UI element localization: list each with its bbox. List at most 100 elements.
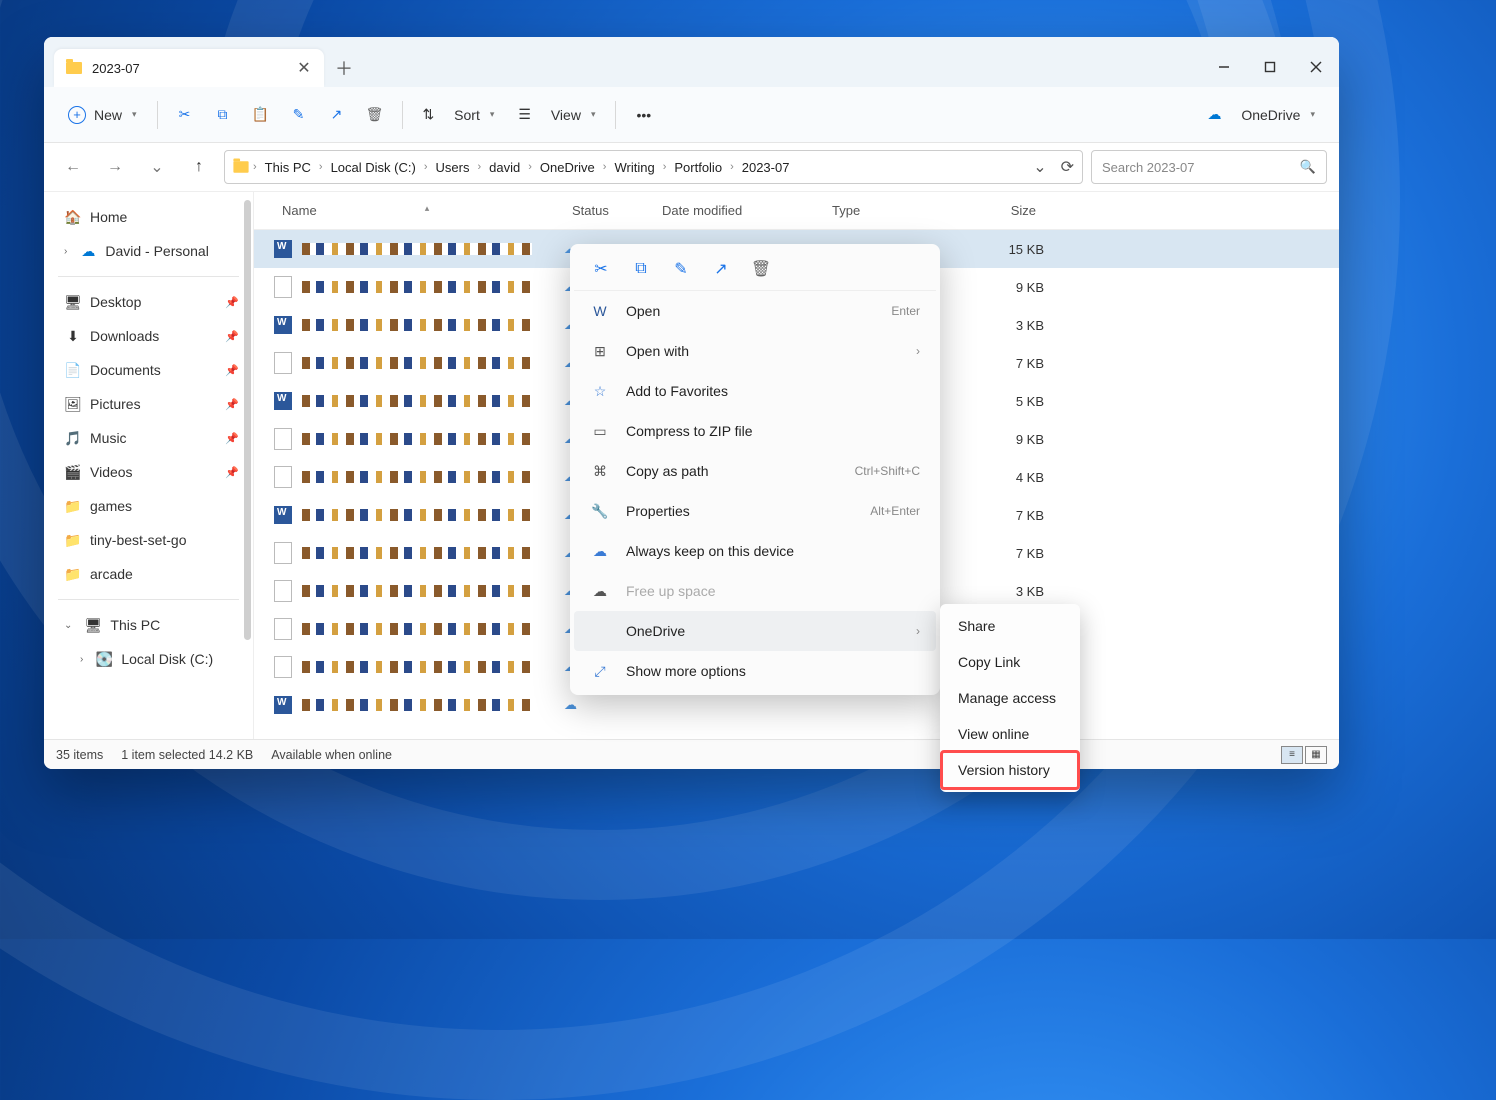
breadcrumb-segment[interactable]: david xyxy=(485,158,524,177)
sidebar-item-documents[interactable]: 📄Documents📌 xyxy=(58,353,239,387)
size-cell: 4 KB xyxy=(964,470,1044,485)
pin-icon: 📌 xyxy=(225,432,239,445)
column-size[interactable]: Size xyxy=(964,203,1044,218)
new-button[interactable]: + New▾ xyxy=(58,97,147,133)
cloud-icon: ☁ xyxy=(1207,106,1221,123)
maximize-button[interactable] xyxy=(1247,47,1293,87)
rename-icon[interactable]: ✎ xyxy=(670,258,692,280)
size-cell: 9 KB xyxy=(964,280,1044,295)
cut-icon[interactable]: ✂ xyxy=(590,258,612,280)
new-tab-button[interactable]: ＋ xyxy=(324,49,364,87)
ctx-open-with[interactable]: ⊞Open with› xyxy=(574,331,936,371)
sort-button[interactable]: ⇅ Sort▾ xyxy=(413,97,505,133)
copy-button[interactable]: ⧉ xyxy=(206,97,240,133)
breadcrumb-segment[interactable]: OneDrive xyxy=(536,158,599,177)
back-button[interactable]: ← xyxy=(56,150,90,184)
address-dropdown-icon[interactable]: ⌄ xyxy=(1033,157,1046,177)
tab-close-button[interactable]: ✕ xyxy=(296,58,312,78)
up-button[interactable]: ↑ xyxy=(182,150,216,184)
more-button[interactable]: ••• xyxy=(626,97,661,133)
delete-button[interactable]: 🗑 xyxy=(358,97,392,133)
sidebar-local-disk[interactable]: ›💽Local Disk (C:) xyxy=(58,642,239,676)
submenu-share[interactable]: Share xyxy=(944,608,1076,644)
size-cell: 7 KB xyxy=(964,508,1044,523)
recent-dropdown[interactable]: ⌄ xyxy=(140,150,174,184)
sidebar-item-pictures[interactable]: 🖼Pictures📌 xyxy=(58,387,239,421)
status-selection: 1 item selected 14.2 KB xyxy=(121,748,253,762)
column-type[interactable]: Type xyxy=(824,203,964,218)
name-cell xyxy=(274,240,564,258)
size-cell: 3 KB xyxy=(964,318,1044,333)
close-window-button[interactable] xyxy=(1293,47,1339,87)
ctx-copy-path[interactable]: ⌘Copy as pathCtrl+Shift+C xyxy=(574,451,936,491)
status-bar: 35 items 1 item selected 14.2 KB Availab… xyxy=(44,739,1339,769)
status-cell: ☁ xyxy=(564,697,654,713)
folder-icon xyxy=(233,161,248,172)
breadcrumb-segment[interactable]: Users xyxy=(432,158,474,177)
details-view-button[interactable]: ≡ xyxy=(1281,746,1303,764)
delete-icon[interactable]: 🗑 xyxy=(750,258,772,280)
sidebar-item-games[interactable]: 📁games xyxy=(58,489,239,523)
breadcrumb-segment[interactable]: 2023-07 xyxy=(738,158,794,177)
paste-button[interactable]: 📋 xyxy=(244,97,278,133)
sidebar-item-tiny-best-set-go[interactable]: 📁tiny-best-set-go xyxy=(58,523,239,557)
address-bar[interactable]: › This PC› Local Disk (C:)› Users› david… xyxy=(224,150,1083,184)
sidebar-home[interactable]: 🏠Home xyxy=(58,200,239,234)
sidebar-personal[interactable]: ›☁David - Personal xyxy=(58,234,239,268)
sidebar-item-desktop[interactable]: 🖥Desktop📌 xyxy=(58,285,239,319)
ctx-keep-device[interactable]: ☁Always keep on this device xyxy=(574,531,936,571)
wrench-icon: 🔧 xyxy=(590,503,610,520)
name-cell xyxy=(274,392,564,410)
ctx-onedrive[interactable]: OneDrive› xyxy=(574,611,936,651)
word-doc-icon xyxy=(274,392,292,410)
rename-button[interactable]: ✎ xyxy=(282,97,316,133)
sidebar-item-arcade[interactable]: 📁arcade xyxy=(58,557,239,591)
status-availability: Available when online xyxy=(271,748,392,762)
submenu-copy-link[interactable]: Copy Link xyxy=(944,644,1076,680)
breadcrumb-segment[interactable]: Portfolio xyxy=(670,158,726,177)
file-icon xyxy=(274,542,292,564)
submenu-view-online[interactable]: View online xyxy=(944,716,1076,752)
forward-button[interactable]: → xyxy=(98,150,132,184)
search-input[interactable]: Search 2023-07 🔍 xyxy=(1091,150,1327,184)
ctx-open[interactable]: WOpenEnter xyxy=(574,291,936,331)
columns-header[interactable]: Name Status Date modified Type Size xyxy=(254,192,1339,230)
breadcrumb-segment[interactable]: Writing xyxy=(610,158,658,177)
view-toggle[interactable]: ≡ ▦ xyxy=(1281,746,1327,764)
ctx-compress-zip[interactable]: ▭Compress to ZIP file xyxy=(574,411,936,451)
ctx-show-more[interactable]: ⤢Show more options xyxy=(574,651,936,691)
breadcrumb-segment[interactable]: This PC xyxy=(261,158,315,177)
submenu-version-history[interactable]: Version history xyxy=(944,752,1076,788)
sidebar-item-videos[interactable]: 🎬Videos📌 xyxy=(58,455,239,489)
onedrive-button[interactable]: ☁ OneDrive▾ xyxy=(1197,97,1325,133)
titlebar: 2023-07 ✕ ＋ xyxy=(44,37,1339,87)
word-doc-icon xyxy=(274,506,292,524)
share-icon[interactable]: ↗ xyxy=(710,258,732,280)
column-name[interactable]: Name xyxy=(274,203,564,218)
copy-icon[interactable]: ⧉ xyxy=(630,258,652,280)
submenu-manage-access[interactable]: Manage access xyxy=(944,680,1076,716)
ctx-properties[interactable]: 🔧PropertiesAlt+Enter xyxy=(574,491,936,531)
tab-active[interactable]: 2023-07 ✕ xyxy=(54,49,324,87)
redacted-filename xyxy=(302,547,532,559)
sidebar-item-downloads[interactable]: ⬇Downloads📌 xyxy=(58,319,239,353)
cloud-down-icon: ☁ xyxy=(590,543,610,560)
sidebar-item-music[interactable]: 🎵Music📌 xyxy=(58,421,239,455)
name-cell xyxy=(274,542,564,564)
minimize-button[interactable] xyxy=(1201,47,1247,87)
sidebar-scrollbar[interactable] xyxy=(244,200,251,640)
share-button[interactable]: ↗ xyxy=(320,97,354,133)
column-date-modified[interactable]: Date modified xyxy=(654,203,824,218)
column-status[interactable]: Status xyxy=(564,203,654,218)
ctx-add-favorites[interactable]: ☆Add to Favorites xyxy=(574,371,936,411)
view-button[interactable]: ☰ View▾ xyxy=(508,97,605,133)
expand-icon: ⤢ xyxy=(590,663,610,680)
sidebar-this-pc[interactable]: ⌄🖥This PC xyxy=(58,608,239,642)
breadcrumb-segment[interactable]: Local Disk (C:) xyxy=(327,158,420,177)
redacted-filename xyxy=(302,661,532,673)
pin-icon: 📌 xyxy=(225,398,239,411)
refresh-button[interactable]: ⟳ xyxy=(1061,157,1074,177)
open-with-icon: ⊞ xyxy=(590,343,610,360)
thumbnails-view-button[interactable]: ▦ xyxy=(1305,746,1327,764)
cut-button[interactable]: ✂ xyxy=(168,97,202,133)
